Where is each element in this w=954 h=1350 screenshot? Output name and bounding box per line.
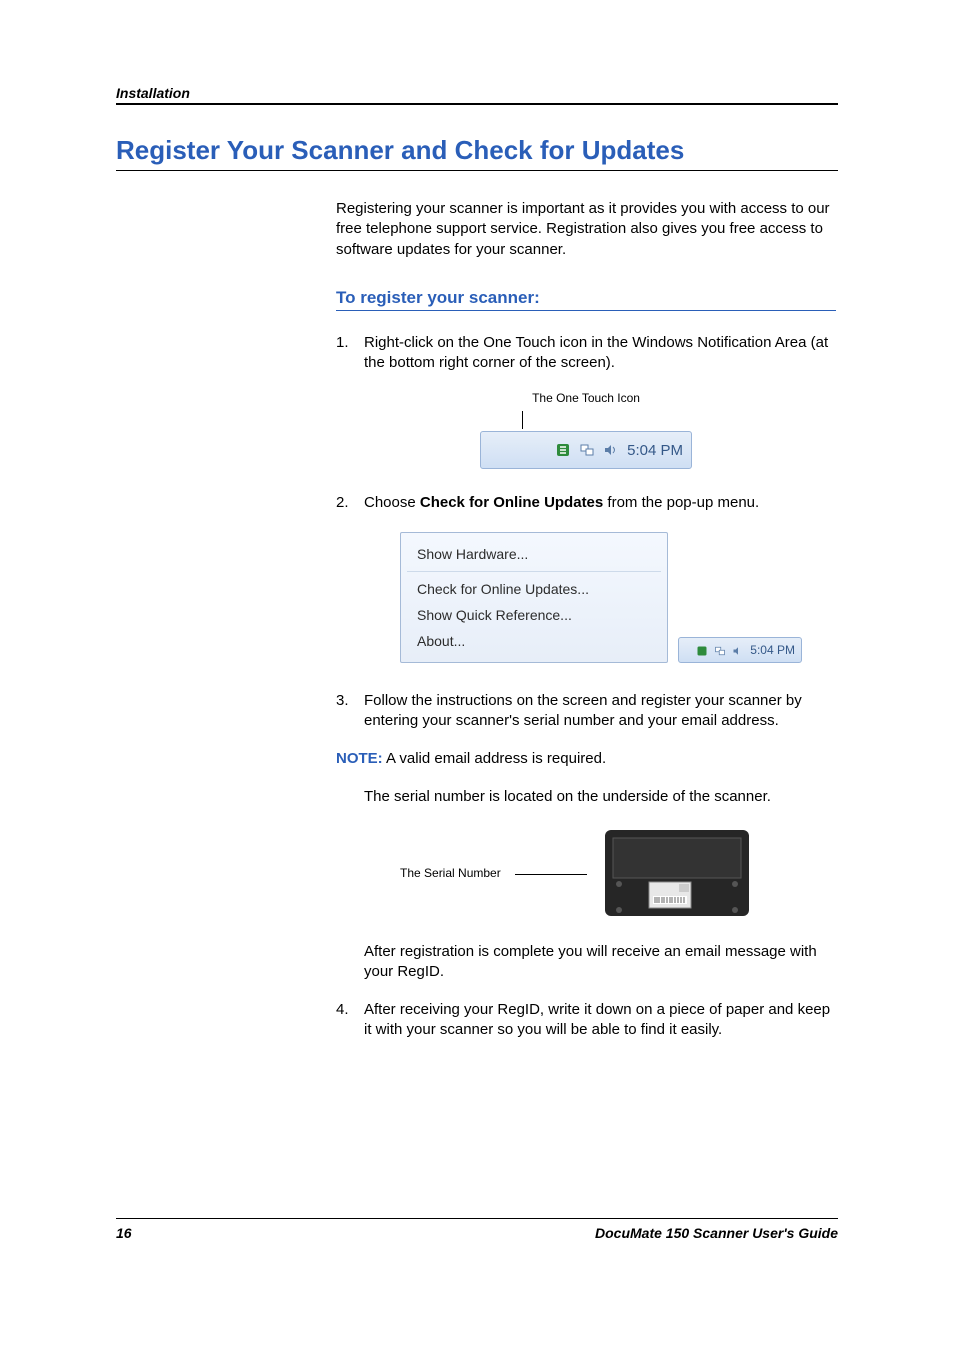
note-label: NOTE: <box>336 750 383 767</box>
onetouch-icon <box>696 644 708 656</box>
tray-clock: 5:04 PM <box>627 442 683 459</box>
step-4: 4. After receiving your RegID, write it … <box>336 1000 836 1041</box>
notification-area-small: 5:04 PM <box>678 637 802 663</box>
menu-item-check-updates[interactable]: Check for Online Updates... <box>401 576 667 602</box>
step-number: 2. <box>336 493 364 513</box>
running-header: Installation <box>116 85 838 101</box>
step-text: After receiving your RegID, write it dow… <box>364 1000 836 1041</box>
post-registration-paragraph: After registration is complete you will … <box>364 942 836 983</box>
scanner-underside-image <box>601 826 753 920</box>
tray-clock: 5:04 PM <box>750 643 795 657</box>
step-text: Choose Check for Online Updates from the… <box>364 493 836 513</box>
step-number: 1. <box>336 333 364 374</box>
network-icon <box>579 442 595 458</box>
header-rule <box>116 103 838 105</box>
serial-label: The Serial Number <box>400 866 501 880</box>
h2-rule <box>336 310 836 311</box>
footer-title: DocuMate 150 Scanner User's Guide <box>595 1225 838 1241</box>
network-icon <box>714 644 726 656</box>
intro-paragraph: Registering your scanner is important as… <box>336 199 836 260</box>
page-title: Register Your Scanner and Check for Upda… <box>116 135 838 166</box>
callout-line <box>522 411 523 429</box>
note-paragraph: NOTE: A valid email address is required. <box>336 749 836 769</box>
serial-info-paragraph: The serial number is located on the unde… <box>364 787 836 807</box>
section-heading: To register your scanner: <box>336 288 836 308</box>
step-2: 2. Choose Check for Online Updates from … <box>336 493 836 513</box>
note-text: A valid email address is required. <box>383 750 606 767</box>
onetouch-icon <box>555 442 571 458</box>
step-1: 1. Right-click on the One Touch icon in … <box>336 333 836 374</box>
step-2-prefix: Choose <box>364 494 420 511</box>
footer-rule <box>116 1218 838 1219</box>
step-3: 3. Follow the instructions on the screen… <box>336 691 836 732</box>
step-2-bold: Check for Online Updates <box>420 494 603 511</box>
step-text: Right-click on the One Touch icon in the… <box>364 333 836 374</box>
page-footer: 16 DocuMate 150 Scanner User's Guide <box>116 1218 838 1241</box>
tray-caption: The One Touch Icon <box>336 391 836 405</box>
tray-figure: The One Touch Icon 5:04 PM <box>336 391 836 469</box>
menu-item-about[interactable]: About... <box>401 628 667 654</box>
page-number: 16 <box>116 1225 132 1241</box>
step-number: 4. <box>336 1000 364 1041</box>
volume-icon <box>732 644 744 656</box>
step-2-suffix: from the pop-up menu. <box>603 494 759 511</box>
step-text: Follow the instructions on the screen an… <box>364 691 836 732</box>
menu-separator <box>407 571 661 572</box>
popup-menu: Show Hardware... Check for Online Update… <box>400 532 668 663</box>
popup-figure: Show Hardware... Check for Online Update… <box>400 532 836 663</box>
serial-figure: The Serial Number <box>400 826 836 920</box>
menu-item-quick-reference[interactable]: Show Quick Reference... <box>401 602 667 628</box>
callout-line <box>515 874 587 875</box>
h1-rule <box>116 170 838 171</box>
notification-area: 5:04 PM <box>480 431 692 469</box>
volume-icon <box>603 442 619 458</box>
step-number: 3. <box>336 691 364 732</box>
menu-item-show-hardware[interactable]: Show Hardware... <box>401 541 667 567</box>
